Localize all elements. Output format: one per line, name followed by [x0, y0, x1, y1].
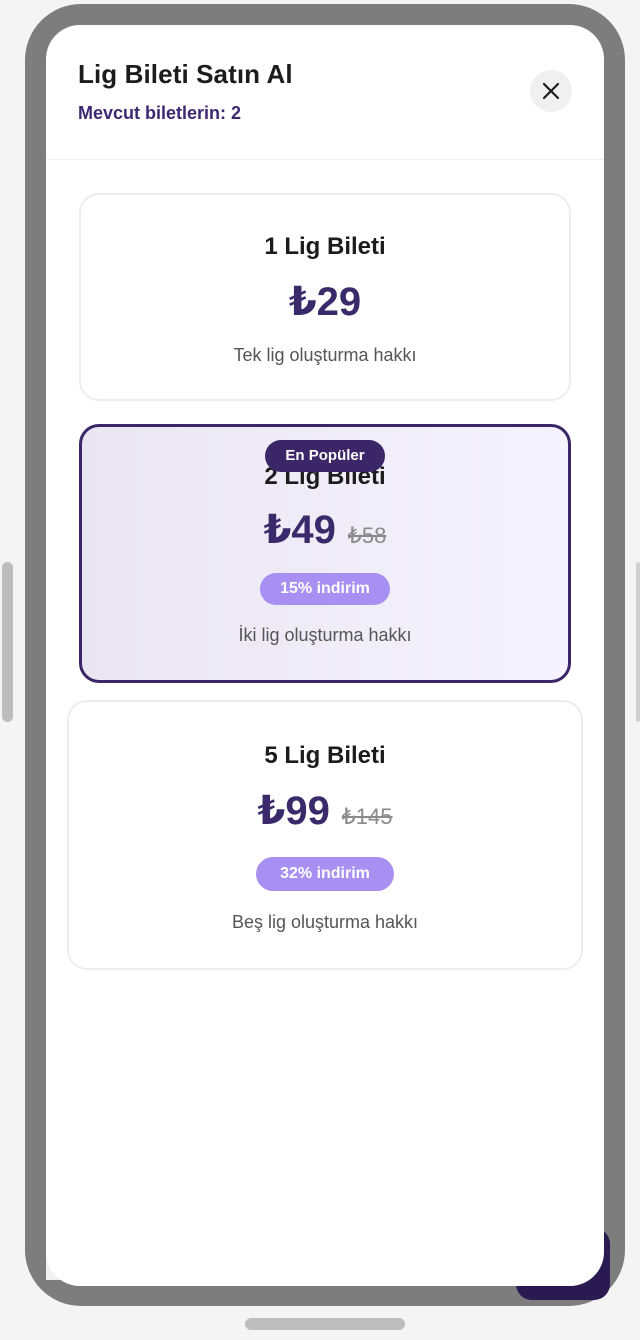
package-card-3[interactable]: 5 Lig Bileti ₺99 ₺145 32% indirim Beş li…	[67, 700, 583, 970]
package-description: Tek lig oluşturma hakkı	[233, 345, 417, 365]
purchase-ticket-modal: Lig Bileti Satın Al Mevcut biletlerin: 2…	[46, 25, 604, 1286]
close-button[interactable]	[530, 70, 572, 112]
side-edge	[636, 562, 640, 722]
package-card-1[interactable]: 1 Lig Bileti ₺29 Tek lig oluşturma hakkı	[79, 193, 571, 401]
package-title: 1 Lig Bileti	[264, 233, 386, 260]
package-old-price: ₺145	[341, 804, 393, 829]
tickets-owned-count: Mevcut biletlerin: 2	[78, 103, 242, 123]
modal-header: Lig Bileti Satın Al Mevcut biletlerin: 2	[46, 25, 604, 160]
price-row: ₺49 ₺58	[82, 507, 568, 553]
discount-badge: 32% indirim	[256, 857, 394, 891]
package-description: İki lig oluşturma hakkı	[238, 625, 412, 645]
popular-badge: En Popüler	[265, 440, 385, 472]
price-row: ₺99 ₺145	[69, 788, 581, 834]
side-scroll-handle[interactable]	[2, 562, 13, 722]
price-row: ₺29	[81, 279, 569, 325]
package-price: ₺99	[257, 789, 330, 833]
discount-badge: 15% indirim	[260, 573, 390, 605]
package-price: ₺49	[263, 508, 336, 552]
package-old-price: ₺58	[347, 523, 387, 548]
package-title: 5 Lig Bileti	[264, 742, 386, 769]
close-icon	[542, 82, 560, 100]
modal-title: Lig Bileti Satın Al	[78, 59, 293, 89]
package-description: Beş lig oluşturma hakkı	[231, 912, 419, 932]
home-indicator	[245, 1318, 405, 1330]
package-price: ₺29	[288, 280, 362, 324]
